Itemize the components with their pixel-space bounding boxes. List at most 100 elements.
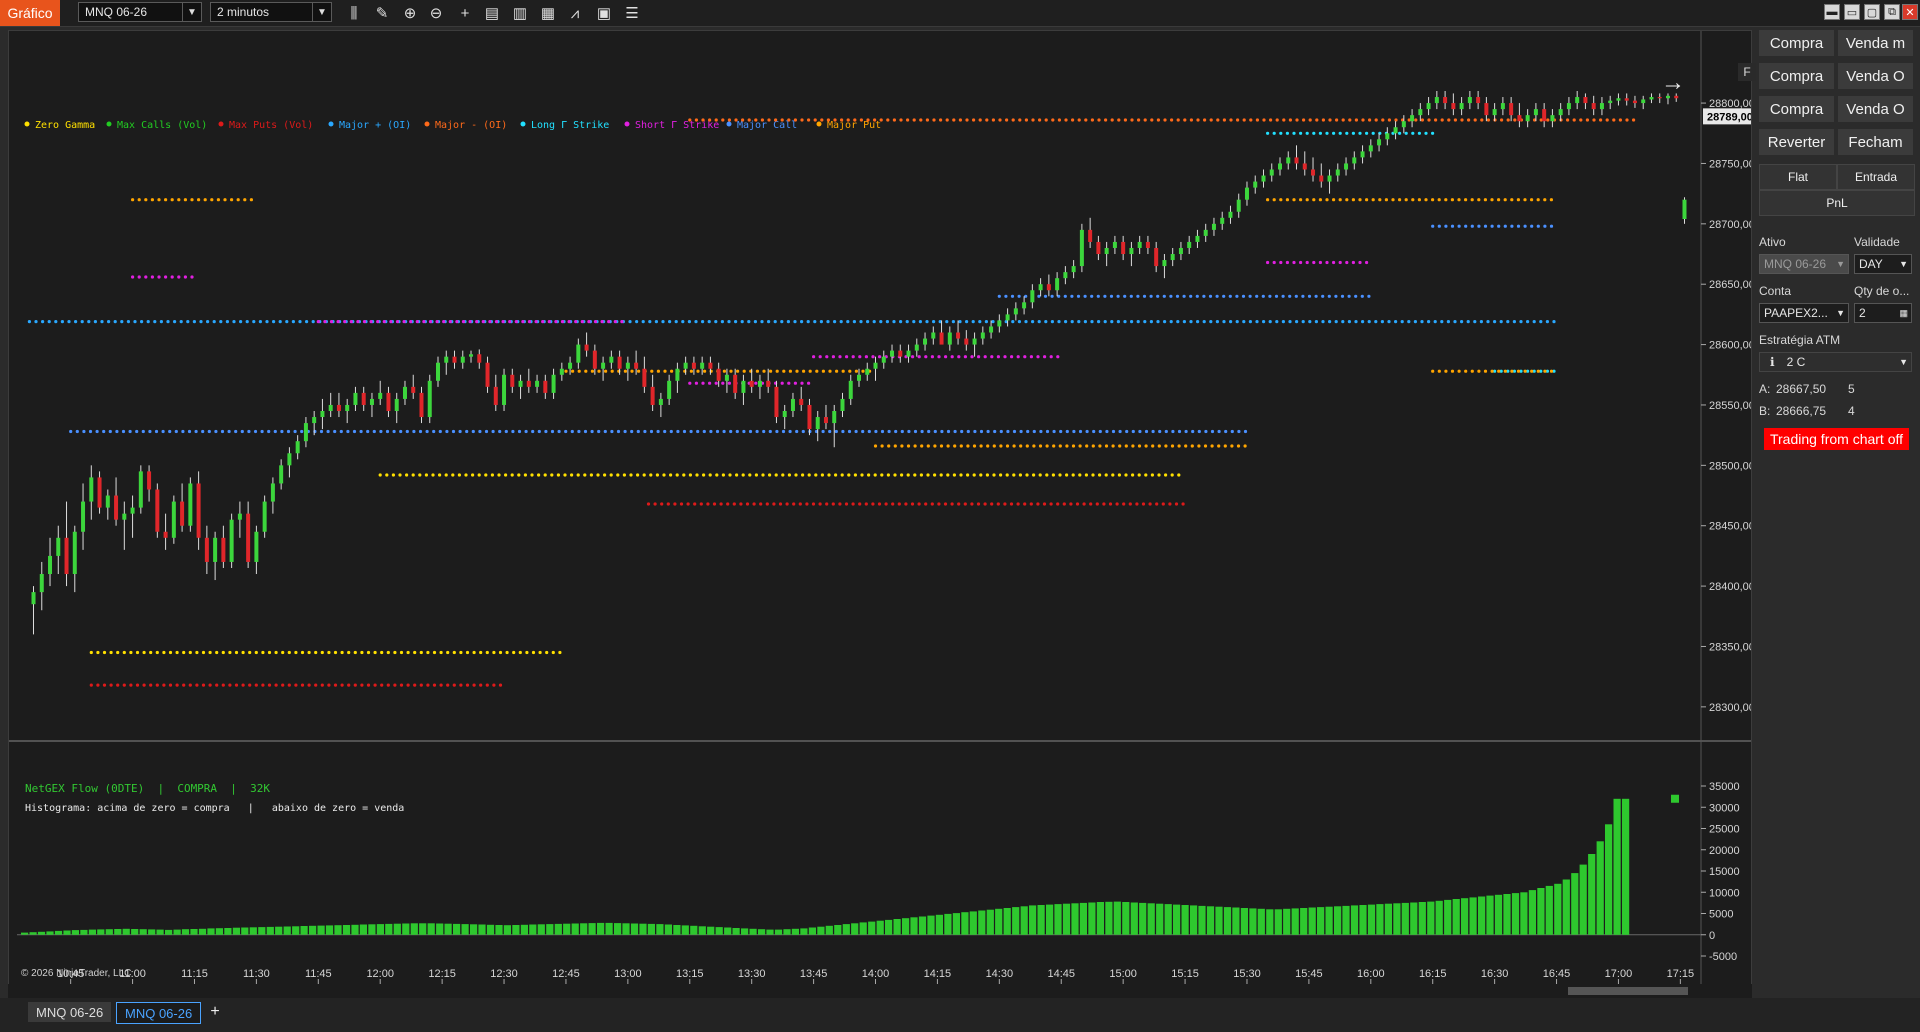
level-dot (656, 369, 661, 373)
flow-bar (148, 929, 156, 935)
level-dot (333, 650, 338, 655)
level-dot (1404, 131, 1408, 135)
tab-mnq-1[interactable]: MNQ 06-26 (28, 1002, 112, 1022)
f-button[interactable]: F (1738, 63, 1756, 81)
validity-select[interactable]: DAY ▼ (1854, 254, 1912, 274)
level-dot (1016, 502, 1020, 506)
bars-icon[interactable]: ⫼ (344, 3, 364, 23)
templates-icon[interactable]: ▣ (594, 3, 614, 23)
list-icon[interactable]: ☰ (622, 3, 642, 23)
chevron-down-icon[interactable]: ▼ (182, 3, 201, 21)
legend-entry: Max Calls (Vol) (117, 120, 207, 131)
level-dot (1433, 320, 1437, 324)
add-tab-icon[interactable]: + (205, 1002, 225, 1022)
crosshair-icon[interactable]: + (455, 3, 475, 23)
maximize-icon[interactable]: ▢ (1864, 4, 1880, 20)
level-dot (247, 429, 251, 434)
level-dot (872, 320, 876, 324)
level-dot (1295, 118, 1299, 122)
level-dot (497, 473, 501, 477)
flow-bar (419, 923, 427, 935)
time-tick-label: 13:00 (614, 968, 642, 980)
minimize-icon[interactable]: ▬ (1824, 4, 1840, 20)
level-dot (1150, 473, 1154, 477)
level-dot (161, 429, 165, 434)
window-tile-icon[interactable]: ⧉ (1884, 4, 1900, 20)
level-dot (234, 683, 239, 687)
flow-tick-label: 35000 (1709, 781, 1740, 793)
quantity-stepper[interactable]: 2 ▦ (1854, 303, 1912, 323)
copyright: © 2026 NinjaTrader, LLC (21, 968, 132, 979)
scrollbar-thumb[interactable] (1568, 987, 1688, 995)
level-dot (1062, 502, 1066, 506)
level-dot (1049, 355, 1053, 359)
candle-body (1525, 115, 1530, 122)
level-dot (366, 650, 371, 655)
buy-market-button[interactable]: Compra (1759, 30, 1834, 56)
level-dot (1156, 320, 1160, 324)
strategies-icon[interactable]: ▦ (538, 3, 558, 23)
level-dot (616, 473, 620, 477)
flow-bar (283, 926, 291, 935)
asset-select[interactable]: MNQ 06-26 ▼ (1759, 254, 1849, 274)
flow-bar (351, 924, 359, 935)
level-dot (831, 502, 835, 506)
level-dot (323, 320, 327, 324)
indicators-icon[interactable]: ⩘ (565, 3, 585, 23)
arrow-right-icon[interactable]: → (1661, 69, 1685, 97)
stepper-icon[interactable]: ▦ (1899, 308, 1908, 319)
atm-strategy-select[interactable]: ℹ 2 C ▼ (1759, 352, 1912, 372)
sell-stop-button[interactable]: Venda O (1838, 96, 1913, 122)
level-dot (1328, 118, 1332, 122)
level-dot (1144, 473, 1148, 477)
zoom-in-icon[interactable]: ⊕ (400, 3, 420, 23)
close-position-button[interactable]: Fecham (1838, 129, 1913, 155)
level-dot (963, 502, 967, 506)
level-dot (867, 429, 871, 434)
close-icon[interactable]: ✕ (1902, 4, 1918, 20)
horizontal-scrollbar[interactable] (8, 984, 1752, 998)
level-dot (741, 473, 745, 477)
level-dot (694, 320, 698, 324)
chevron-down-icon[interactable]: ▼ (312, 3, 331, 21)
level-dot (131, 275, 135, 279)
chevron-down-icon: ▼ (1899, 357, 1908, 367)
interval-selector[interactable]: 2 minutos ▼ (210, 2, 332, 22)
level-dot (1029, 502, 1033, 506)
account-select[interactable]: PAAPEX2... ▼ (1759, 303, 1849, 323)
level-dot (109, 650, 113, 655)
candle-body (246, 513, 251, 562)
candle-body (1228, 211, 1233, 218)
instrument-selector[interactable]: MNQ 06-26 ▼ (78, 2, 202, 22)
level-dot (89, 650, 93, 655)
level-dot (933, 429, 937, 434)
draw-icon[interactable]: ✎ (372, 3, 392, 23)
level-dot (1464, 198, 1468, 202)
price-chart[interactable]: 28800,0028750,0028700,0028650,0028600,00… (9, 31, 1751, 985)
level-dot (498, 650, 503, 655)
level-dot (1076, 294, 1081, 298)
flow-bar (249, 927, 257, 935)
level-dot (1071, 473, 1075, 477)
level-dot (963, 355, 968, 359)
buy-limit-button[interactable]: Compra (1759, 63, 1834, 89)
info-icon[interactable]: ℹ (1770, 355, 1775, 369)
chart-panel[interactable]: 28800,00 28750,00 28700,00 28650,00 28600,00… (8, 30, 1756, 1004)
level-dot (1150, 118, 1154, 122)
reverse-button[interactable]: Reverter (1759, 129, 1834, 155)
sell-limit-button[interactable]: Venda O (1838, 63, 1913, 89)
trading-from-chart-off-button[interactable]: Trading from chart off (1764, 428, 1909, 450)
restore-icon[interactable]: ▭ (1844, 4, 1860, 20)
chart-tab-label[interactable]: Gráfico (0, 0, 60, 26)
properties-icon[interactable]: ▥ (510, 3, 530, 23)
buy-stop-button[interactable]: Compra (1759, 96, 1834, 122)
zoom-out-icon[interactable]: ⊖ (426, 3, 446, 23)
flow-bar (944, 913, 952, 935)
candle-body (1344, 163, 1349, 170)
level-dot (465, 683, 470, 687)
sell-market-button[interactable]: Venda m (1838, 30, 1913, 56)
tab-mnq-2[interactable]: MNQ 06-26 (116, 1002, 202, 1024)
data-box-icon[interactable]: ▤ (482, 3, 502, 23)
level-dot (446, 650, 450, 655)
level-dot (1510, 224, 1514, 228)
